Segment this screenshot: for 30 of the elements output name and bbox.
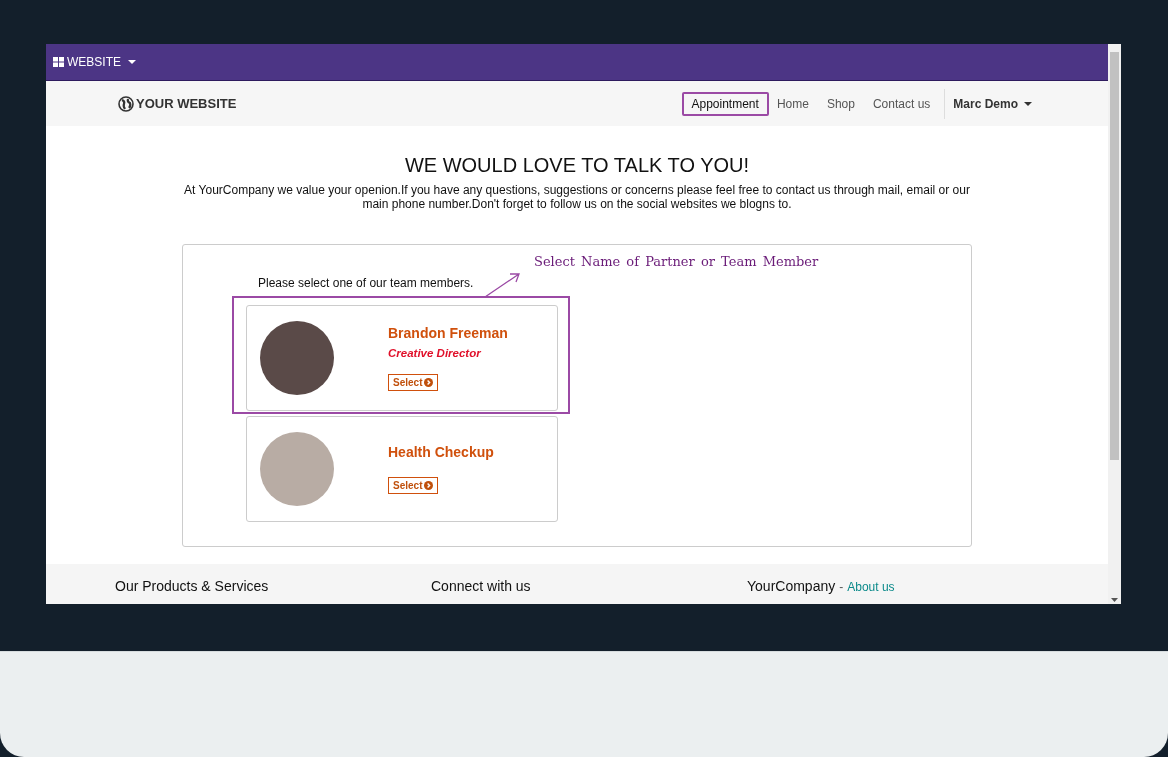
site-logo[interactable]: YOUR WEBSITE	[118, 95, 237, 112]
member-name: Brandon Freeman	[388, 325, 508, 341]
user-menu[interactable]: Marc Demo	[944, 88, 1032, 119]
intro-text: At YourCompany we value your openion.If you have any questions, suggestions or concerns please feel free to contact us through mail, email or our main phone number.Don't forget to follow us on the social websites we blogns to.	[183, 183, 971, 211]
globe-icon	[118, 95, 134, 112]
scrollbar[interactable]	[1108, 44, 1121, 604]
member-role: Creative Director	[388, 347, 481, 359]
about-link[interactable]: About us	[847, 580, 895, 594]
nav-link[interactable]: Appointment	[681, 91, 769, 116]
chevron-circle-icon	[424, 378, 434, 387]
annotation-text: Select Name of Partner or Team Member	[534, 254, 819, 269]
select-prompt: Please select one of our team members.	[258, 276, 475, 290]
nav-link[interactable]: Contact us	[862, 91, 941, 116]
caret-icon	[1024, 101, 1032, 106]
select-button[interactable]: Select	[388, 477, 439, 494]
grid-icon	[53, 57, 64, 67]
footer-heading: YourCompany	[747, 578, 836, 594]
chevron-circle-icon	[424, 481, 434, 490]
caret-icon	[128, 60, 136, 64]
scroll-down-icon[interactable]	[1111, 598, 1118, 602]
separator: -	[839, 580, 844, 594]
footer-heading: Connect with us	[431, 578, 531, 594]
scroll-thumb[interactable]	[1110, 52, 1119, 460]
page-title: WE WOULD LOVE TO TALK TO YOU!	[404, 154, 750, 177]
select-button[interactable]: Select	[388, 374, 439, 391]
website-menu[interactable]: WEBSITE	[53, 55, 136, 69]
member-name: Health Checkup	[388, 444, 494, 460]
footer-heading: Our Products & Services	[115, 578, 269, 594]
nav-link[interactable]: Home	[766, 91, 819, 116]
nav-link[interactable]: Shop	[816, 91, 865, 116]
